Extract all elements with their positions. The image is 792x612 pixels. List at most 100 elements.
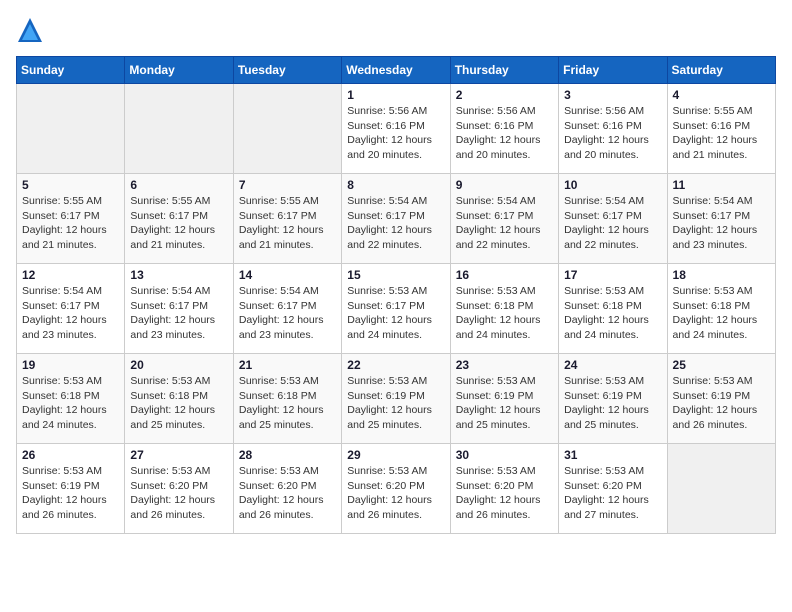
day-number: 1 bbox=[347, 88, 444, 102]
day-number: 6 bbox=[130, 178, 227, 192]
calendar-cell bbox=[233, 84, 341, 174]
calendar-cell: 18 Sunrise: 5:53 AM Sunset: 6:18 PM Dayli… bbox=[667, 264, 775, 354]
calendar-week-1: 1 Sunrise: 5:56 AM Sunset: 6:16 PM Daylig… bbox=[17, 84, 776, 174]
day-number: 30 bbox=[456, 448, 553, 462]
calendar-cell: 3Sunrise: 5:56 AM Sunset: 6:16 PM Daylig… bbox=[559, 84, 667, 174]
day-detail: Sunrise: 5:53 AM Sunset: 6:18 PM Dayligh… bbox=[130, 374, 227, 433]
calendar-cell: 16Sunrise: 5:53 AM Sunset: 6:18 PM Dayli… bbox=[450, 264, 558, 354]
day-header-thursday: Thursday bbox=[450, 57, 558, 84]
day-detail: Sunrise: 5:55 AM Sunset: 6:17 PM Dayligh… bbox=[22, 194, 119, 253]
calendar-cell bbox=[17, 84, 125, 174]
day-number: 22 bbox=[347, 358, 444, 372]
calendar-cell: 27Sunrise: 5:53 AM Sunset: 6:20 PM Dayli… bbox=[125, 444, 233, 534]
day-detail: Sunrise: 5:54 AM Sunset: 6:17 PM Dayligh… bbox=[564, 194, 661, 253]
logo bbox=[16, 16, 48, 44]
day-detail: Sunrise: 5:56 AM Sunset: 6:16 PM Dayligh… bbox=[564, 104, 661, 163]
calendar-cell: 21 Sunrise: 5:53 AM Sunset: 6:18 PM Dayli… bbox=[233, 354, 341, 444]
calendar-cell: 14 Sunrise: 5:54 AM Sunset: 6:17 PM Dayli… bbox=[233, 264, 341, 354]
calendar-week-2: 5 Sunrise: 5:55 AM Sunset: 6:17 PM Daylig… bbox=[17, 174, 776, 264]
day-number: 27 bbox=[130, 448, 227, 462]
day-detail: Sunrise: 5:53 AM Sunset: 6:18 PM Dayligh… bbox=[22, 374, 119, 433]
day-detail: Sunrise: 5:55 AM Sunset: 6:17 PM Dayligh… bbox=[130, 194, 227, 253]
calendar-table: SundayMondayTuesdayWednesdayThursdayFrid… bbox=[16, 56, 776, 534]
day-number: 14 bbox=[239, 268, 336, 282]
calendar-cell: 2Sunrise: 5:56 AM Sunset: 6:16 PM Daylig… bbox=[450, 84, 558, 174]
day-header-wednesday: Wednesday bbox=[342, 57, 450, 84]
calendar-cell: 12 Sunrise: 5:54 AM Sunset: 6:17 PM Dayli… bbox=[17, 264, 125, 354]
calendar-cell: 4Sunrise: 5:55 AM Sunset: 6:16 PM Daylig… bbox=[667, 84, 775, 174]
day-number: 13 bbox=[130, 268, 227, 282]
day-detail: Sunrise: 5:54 AM Sunset: 6:17 PM Dayligh… bbox=[22, 284, 119, 343]
calendar-cell: 10 Sunrise: 5:54 AM Sunset: 6:17 PM Dayli… bbox=[559, 174, 667, 264]
day-number: 25 bbox=[673, 358, 770, 372]
calendar-cell: 23 Sunrise: 5:53 AM Sunset: 6:19 PM Dayli… bbox=[450, 354, 558, 444]
day-header-sunday: Sunday bbox=[17, 57, 125, 84]
day-header-monday: Monday bbox=[125, 57, 233, 84]
day-detail: Sunrise: 5:53 AM Sunset: 6:17 PM Dayligh… bbox=[347, 284, 444, 343]
day-number: 10 bbox=[564, 178, 661, 192]
day-detail: Sunrise: 5:54 AM Sunset: 6:17 PM Dayligh… bbox=[130, 284, 227, 343]
day-detail: Sunrise: 5:54 AM Sunset: 6:17 PM Dayligh… bbox=[239, 284, 336, 343]
day-number: 5 bbox=[22, 178, 119, 192]
calendar-body: 1 Sunrise: 5:56 AM Sunset: 6:16 PM Daylig… bbox=[17, 84, 776, 534]
day-number: 21 bbox=[239, 358, 336, 372]
day-detail: Sunrise: 5:53 AM Sunset: 6:20 PM Dayligh… bbox=[456, 464, 553, 523]
day-detail: Sunrise: 5:53 AM Sunset: 6:19 PM Dayligh… bbox=[456, 374, 553, 433]
calendar-cell: 5 Sunrise: 5:55 AM Sunset: 6:17 PM Daylig… bbox=[17, 174, 125, 264]
days-header-row: SundayMondayTuesdayWednesdayThursdayFrid… bbox=[17, 57, 776, 84]
day-header-saturday: Saturday bbox=[667, 57, 775, 84]
calendar-cell: 7 Sunrise: 5:55 AM Sunset: 6:17 PM Daylig… bbox=[233, 174, 341, 264]
calendar-cell: 29 Sunrise: 5:53 AM Sunset: 6:20 PM Dayli… bbox=[342, 444, 450, 534]
day-number: 4 bbox=[673, 88, 770, 102]
calendar-cell: 31Sunrise: 5:53 AM Sunset: 6:20 PM Dayli… bbox=[559, 444, 667, 534]
calendar-cell bbox=[125, 84, 233, 174]
calendar-cell: 19 Sunrise: 5:53 AM Sunset: 6:18 PM Dayli… bbox=[17, 354, 125, 444]
calendar-cell: 28 Sunrise: 5:53 AM Sunset: 6:20 PM Dayli… bbox=[233, 444, 341, 534]
day-number: 26 bbox=[22, 448, 119, 462]
calendar-header: SundayMondayTuesdayWednesdayThursdayFrid… bbox=[17, 57, 776, 84]
day-detail: Sunrise: 5:56 AM Sunset: 6:16 PM Dayligh… bbox=[347, 104, 444, 163]
day-detail: Sunrise: 5:53 AM Sunset: 6:18 PM Dayligh… bbox=[239, 374, 336, 433]
calendar-cell: 8 Sunrise: 5:54 AM Sunset: 6:17 PM Daylig… bbox=[342, 174, 450, 264]
day-detail: Sunrise: 5:56 AM Sunset: 6:16 PM Dayligh… bbox=[456, 104, 553, 163]
day-number: 8 bbox=[347, 178, 444, 192]
day-number: 11 bbox=[673, 178, 770, 192]
day-detail: Sunrise: 5:53 AM Sunset: 6:19 PM Dayligh… bbox=[347, 374, 444, 433]
day-number: 18 bbox=[673, 268, 770, 282]
logo-icon bbox=[16, 16, 44, 44]
day-detail: Sunrise: 5:53 AM Sunset: 6:20 PM Dayligh… bbox=[564, 464, 661, 523]
calendar-cell: 6 Sunrise: 5:55 AM Sunset: 6:17 PM Daylig… bbox=[125, 174, 233, 264]
day-detail: Sunrise: 5:53 AM Sunset: 6:18 PM Dayligh… bbox=[564, 284, 661, 343]
day-number: 24 bbox=[564, 358, 661, 372]
calendar-cell: 15 Sunrise: 5:53 AM Sunset: 6:17 PM Dayli… bbox=[342, 264, 450, 354]
day-detail: Sunrise: 5:54 AM Sunset: 6:17 PM Dayligh… bbox=[673, 194, 770, 253]
day-number: 20 bbox=[130, 358, 227, 372]
calendar-cell: 9Sunrise: 5:54 AM Sunset: 6:17 PM Daylig… bbox=[450, 174, 558, 264]
day-detail: Sunrise: 5:54 AM Sunset: 6:17 PM Dayligh… bbox=[347, 194, 444, 253]
day-number: 28 bbox=[239, 448, 336, 462]
day-number: 7 bbox=[239, 178, 336, 192]
calendar-cell: 11 Sunrise: 5:54 AM Sunset: 6:17 PM Dayli… bbox=[667, 174, 775, 264]
day-detail: Sunrise: 5:55 AM Sunset: 6:17 PM Dayligh… bbox=[239, 194, 336, 253]
calendar-week-5: 26Sunrise: 5:53 AM Sunset: 6:19 PM Dayli… bbox=[17, 444, 776, 534]
calendar-week-3: 12 Sunrise: 5:54 AM Sunset: 6:17 PM Dayli… bbox=[17, 264, 776, 354]
day-number: 15 bbox=[347, 268, 444, 282]
day-number: 12 bbox=[22, 268, 119, 282]
day-number: 19 bbox=[22, 358, 119, 372]
day-detail: Sunrise: 5:53 AM Sunset: 6:19 PM Dayligh… bbox=[564, 374, 661, 433]
day-detail: Sunrise: 5:53 AM Sunset: 6:18 PM Dayligh… bbox=[673, 284, 770, 343]
calendar-cell: 20 Sunrise: 5:53 AM Sunset: 6:18 PM Dayli… bbox=[125, 354, 233, 444]
day-number: 23 bbox=[456, 358, 553, 372]
day-detail: Sunrise: 5:53 AM Sunset: 6:20 PM Dayligh… bbox=[239, 464, 336, 523]
calendar-cell: 30 Sunrise: 5:53 AM Sunset: 6:20 PM Dayli… bbox=[450, 444, 558, 534]
calendar-cell: 25 Sunrise: 5:53 AM Sunset: 6:19 PM Dayli… bbox=[667, 354, 775, 444]
day-detail: Sunrise: 5:53 AM Sunset: 6:19 PM Dayligh… bbox=[673, 374, 770, 433]
calendar-cell: 22 Sunrise: 5:53 AM Sunset: 6:19 PM Dayli… bbox=[342, 354, 450, 444]
day-number: 29 bbox=[347, 448, 444, 462]
day-detail: Sunrise: 5:53 AM Sunset: 6:20 PM Dayligh… bbox=[347, 464, 444, 523]
calendar-cell: 1 Sunrise: 5:56 AM Sunset: 6:16 PM Daylig… bbox=[342, 84, 450, 174]
day-number: 17 bbox=[564, 268, 661, 282]
day-number: 9 bbox=[456, 178, 553, 192]
calendar-cell: 17 Sunrise: 5:53 AM Sunset: 6:18 PM Dayli… bbox=[559, 264, 667, 354]
day-number: 16 bbox=[456, 268, 553, 282]
